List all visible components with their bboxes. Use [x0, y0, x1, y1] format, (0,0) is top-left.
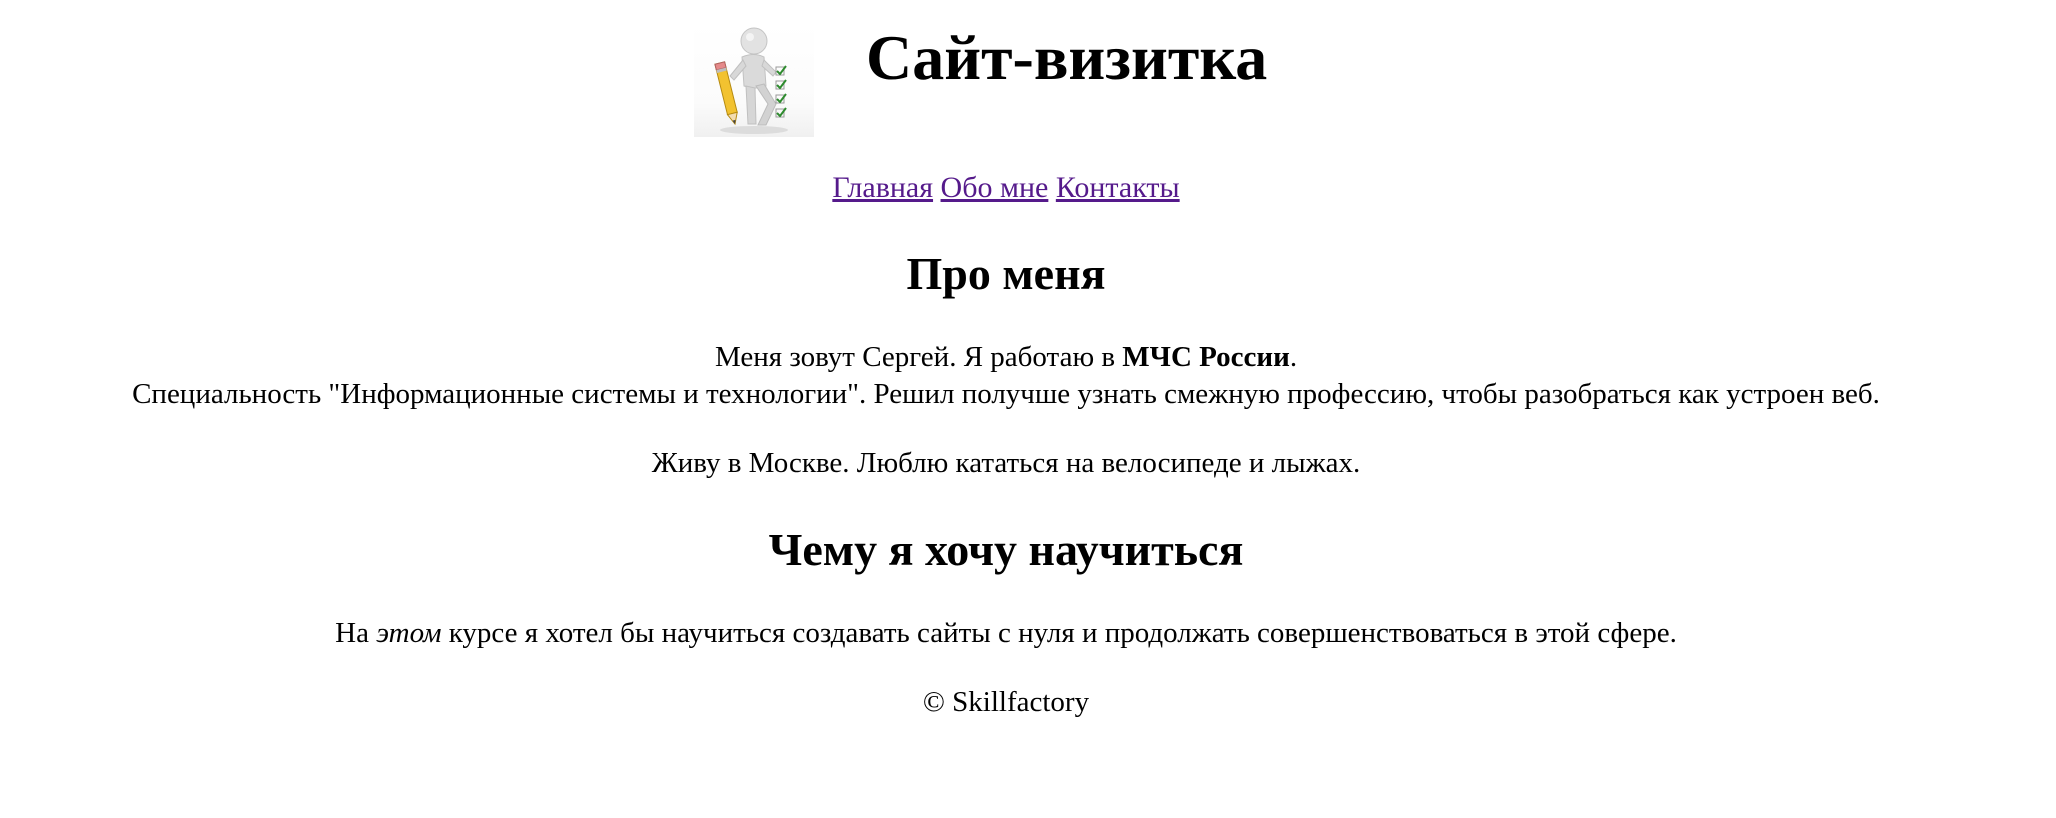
page: Сайт-визитка Главная Обо мне Контакты Пр…: [0, 22, 2012, 721]
site-title: Сайт-визитка: [866, 22, 1268, 93]
learn-heading: Чему я хочу научиться: [768, 524, 1244, 576]
about-heading: Про меня: [906, 248, 1106, 299]
nav-link-contacts[interactable]: Контакты: [1056, 171, 1180, 204]
learn-emphasis: этом: [376, 617, 442, 650]
employer-name: МЧС России: [1122, 341, 1290, 374]
learn-text-after: курсе я хотел бы научиться создавать сай…: [441, 617, 1677, 650]
site-footer: © Skillfactory: [0, 684, 2012, 721]
nav-link-about[interactable]: Обо мне: [941, 171, 1049, 204]
about-text-intro: Меня зовут Сергей. Я работаю в: [714, 341, 1123, 374]
about-text-period: .: [1289, 341, 1298, 374]
main-nav: Главная Обо мне Контакты: [0, 170, 2012, 206]
person-with-pencil-checklist-icon: [694, 24, 814, 137]
learn-section: Чему я хочу научиться На этом курсе я хо…: [0, 522, 2012, 652]
learn-paragraph: На этом курсе я хотел бы научиться созда…: [0, 615, 2012, 652]
about-hobbies-paragraph: Живу в Москве. Люблю кататься на велосип…: [651, 447, 1361, 480]
nav-link-home[interactable]: Главная: [832, 171, 933, 204]
about-section: Про меня Меня зовут Сергей. Я работаю в …: [0, 246, 2012, 482]
about-paragraph: Меня зовут Сергей. Я работаю в МЧС Росси…: [0, 339, 2012, 413]
learn-text-before: На: [335, 617, 377, 650]
site-header: Сайт-визитка: [0, 22, 2012, 140]
copyright-text: © Skillfactory: [922, 686, 1090, 719]
about-text-specialty: Специальность "Информационные системы и …: [132, 378, 1880, 411]
